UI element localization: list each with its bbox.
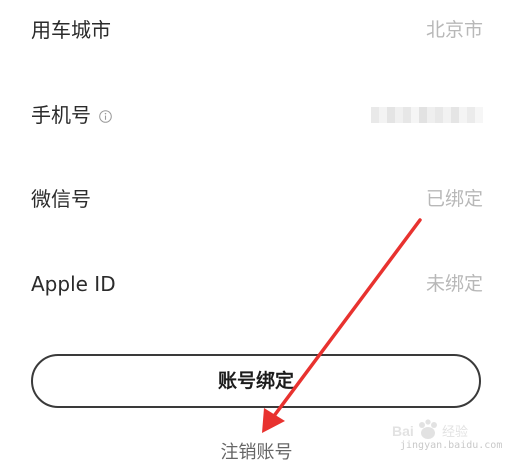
wechat-label: 微信号	[31, 187, 91, 211]
svg-text:Bai: Bai	[392, 423, 414, 439]
phone-value-blurred	[371, 107, 483, 123]
wechat-value: 已绑定	[425, 188, 483, 210]
row-phone[interactable]: 手机号	[0, 85, 513, 145]
city-value: 北京市	[425, 19, 483, 41]
row-wechat[interactable]: 微信号 已绑定	[0, 169, 513, 229]
phone-label-text: 手机号	[31, 103, 91, 127]
row-city[interactable]: 用车城市 北京市	[0, 0, 513, 60]
account-settings-page: 用车城市 北京市 手机号 微信号 已绑定 Apple ID 未绑定 账号绑定 注…	[0, 0, 513, 466]
city-label: 用车城市	[31, 18, 111, 42]
svg-text:经验: 经验	[442, 424, 468, 440]
info-circle-icon[interactable]	[99, 110, 112, 123]
phone-label: 手机号	[31, 85, 112, 145]
apple-id-value: 未绑定	[425, 273, 483, 295]
account-bind-button[interactable]: 账号绑定	[31, 354, 481, 408]
watermark-url: jingyan.baidu.com	[400, 440, 503, 451]
apple-id-label: Apple ID	[31, 272, 116, 296]
row-apple-id[interactable]: Apple ID 未绑定	[0, 254, 513, 314]
